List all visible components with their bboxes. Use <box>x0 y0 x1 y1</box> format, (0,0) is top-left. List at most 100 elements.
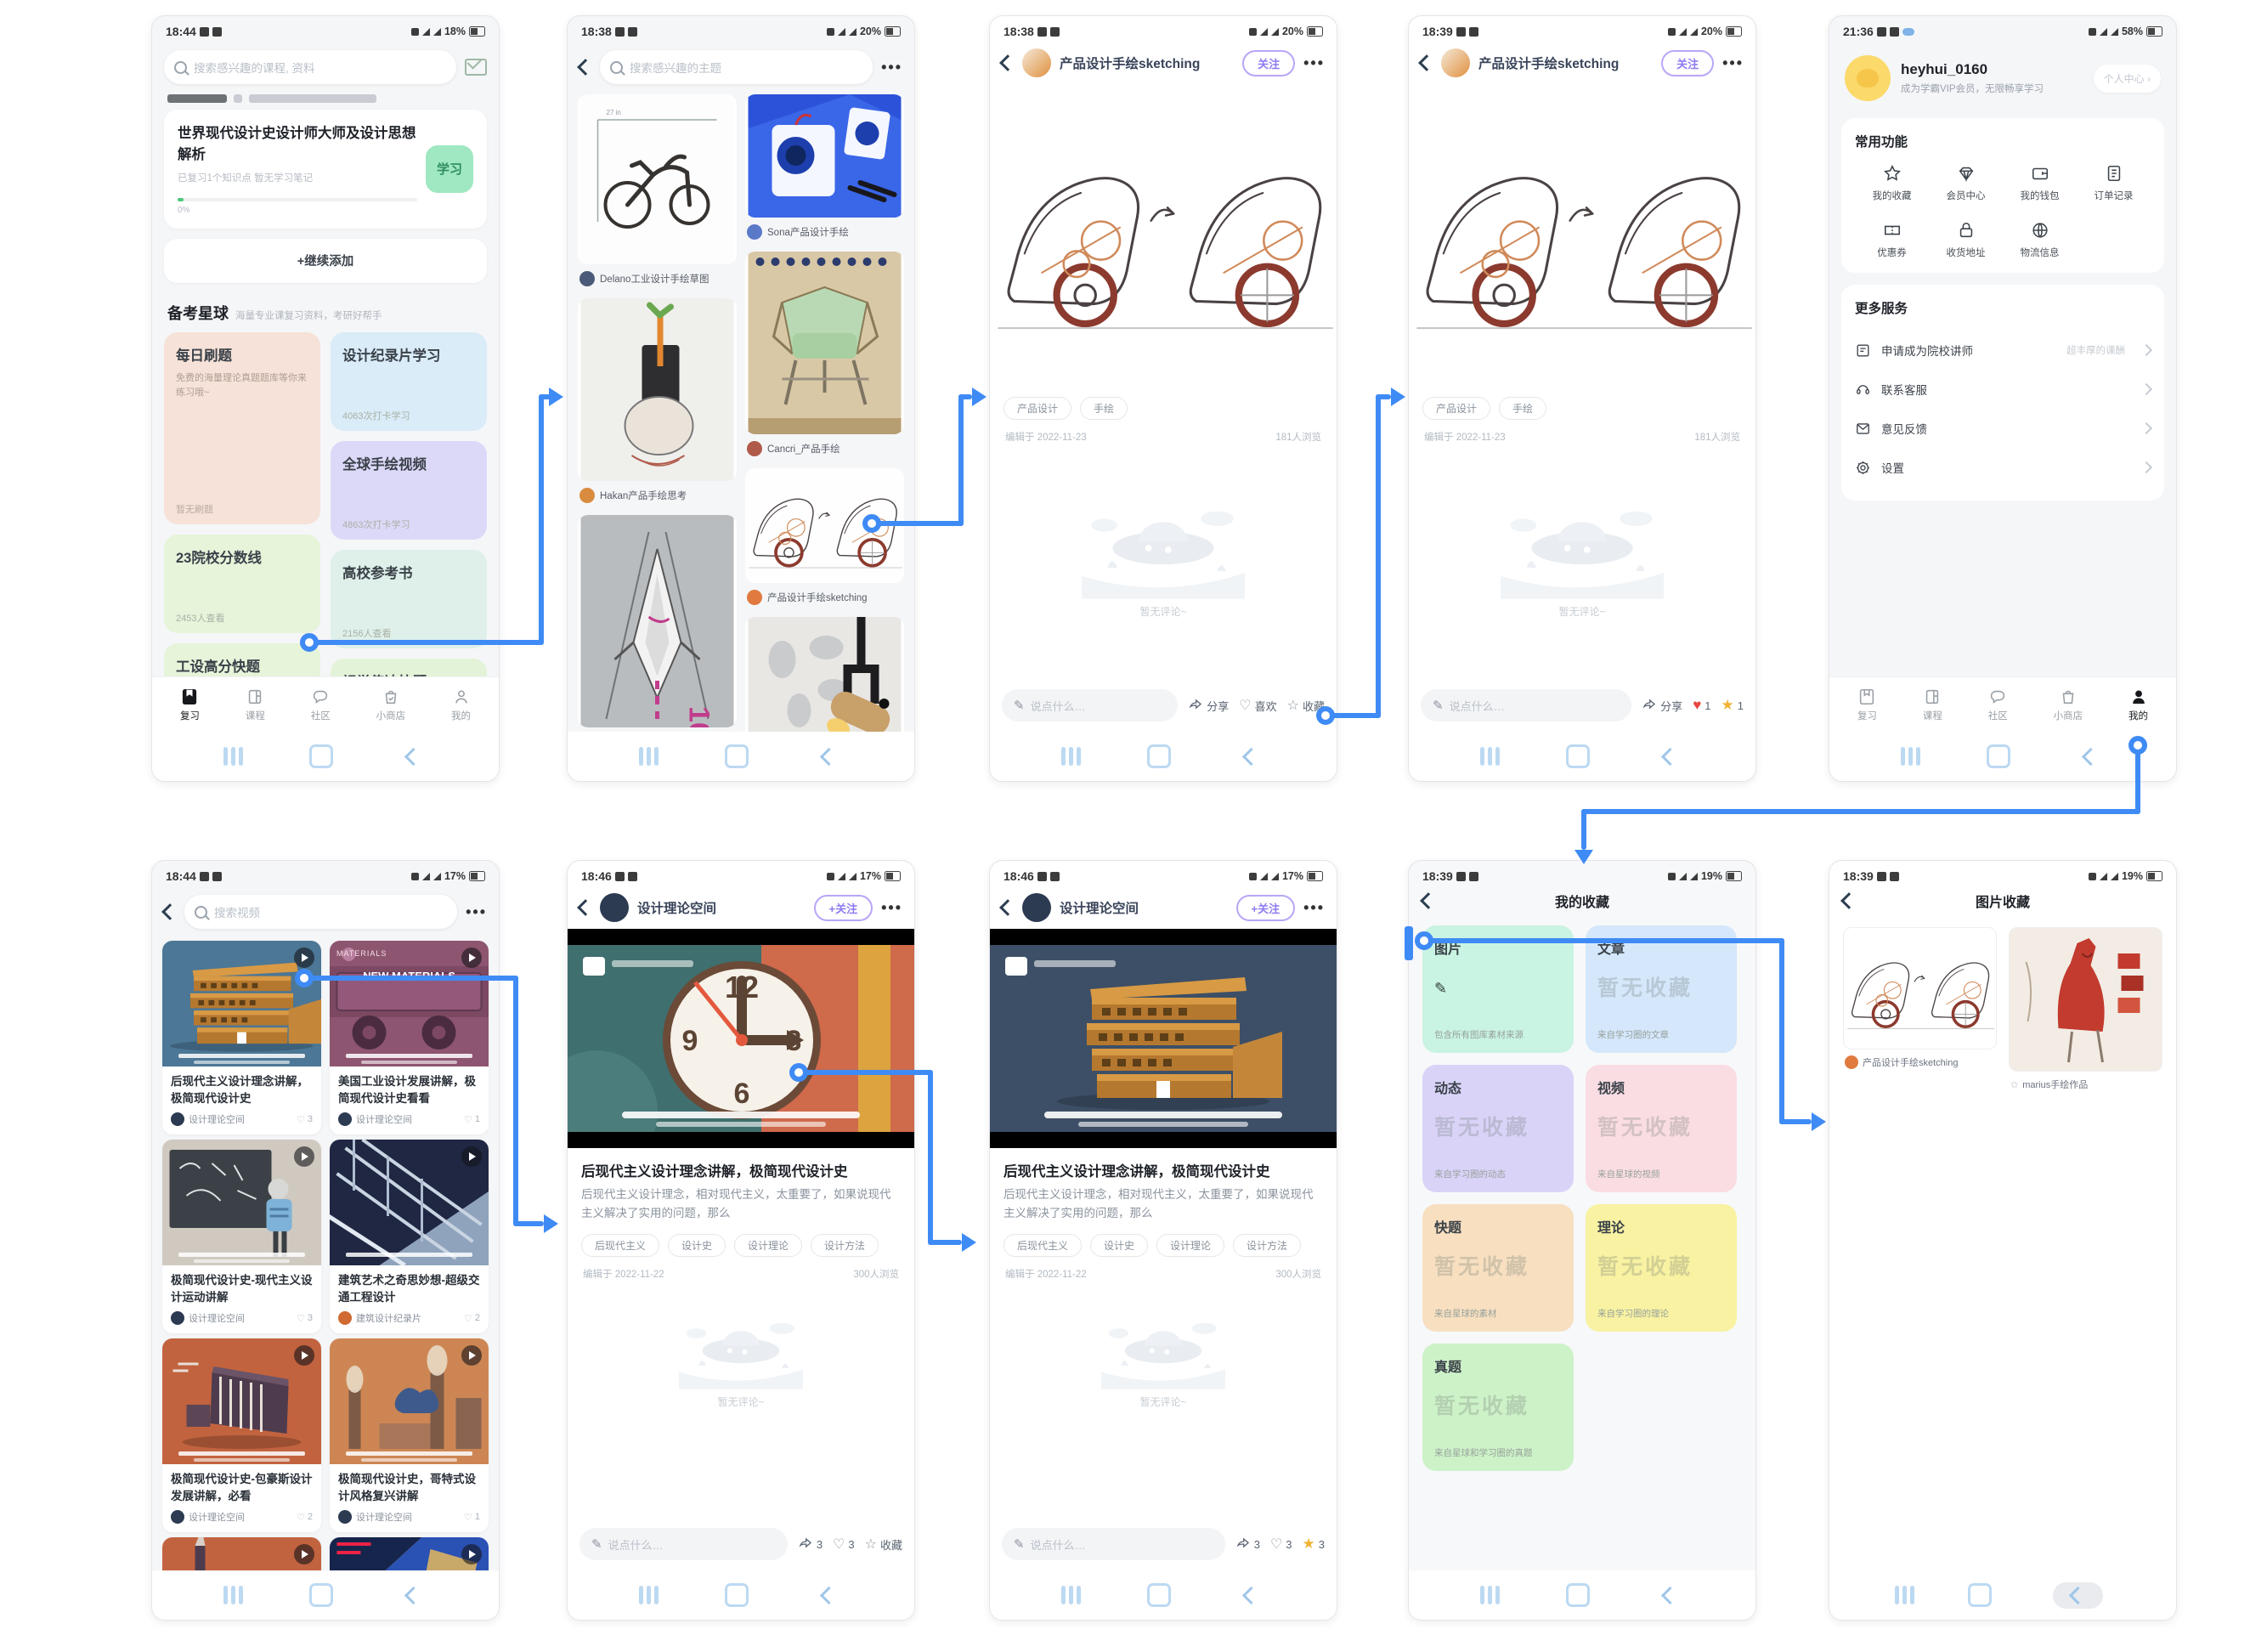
back-icon[interactable] <box>1661 1586 1679 1604</box>
back-icon[interactable] <box>404 747 422 765</box>
tag[interactable]: 设计方法 <box>1233 1234 1301 1257</box>
recents-icon[interactable] <box>231 1586 235 1604</box>
menu-apply-lecturer[interactable]: 申请成为院校讲师 超丰厚的课酬 <box>1855 331 2151 370</box>
home-icon[interactable] <box>1566 1583 1590 1607</box>
like-button[interactable]: ♡3 <box>833 1536 855 1553</box>
menu-shipping-address[interactable]: 收货地址 <box>1929 221 2003 259</box>
more-menu-icon[interactable]: ••• <box>1303 899 1325 917</box>
video-card[interactable]: 极简现代设计史-现代主义设计运动讲解 设计理论空间♡3 <box>162 1140 321 1333</box>
author-name[interactable]: 产品设计手绘sketching <box>1060 54 1200 72</box>
mail-icon[interactable] <box>465 59 487 76</box>
topic-caption[interactable]: Sona产品设计手绘 <box>745 223 904 246</box>
topic-image-chair-sketch[interactable] <box>745 252 904 434</box>
topic-caption[interactable]: Hakan产品手绘思考 <box>578 486 737 510</box>
recents-icon[interactable] <box>647 747 651 766</box>
recents-icon[interactable] <box>1069 747 1073 766</box>
collection-card-images[interactable]: 图片 ✎ 包含所有图库素材来源 <box>1422 925 1574 1053</box>
collect-button[interactable]: ☆收藏 <box>865 1536 902 1553</box>
home-icon[interactable] <box>1987 744 2010 768</box>
tag[interactable]: 后现代主义 <box>1003 1234 1082 1257</box>
back-chevron-icon[interactable] <box>577 59 594 76</box>
menu-my-wallet[interactable]: 我的钱包 <box>2003 164 2077 202</box>
tab-review[interactable]: 复习 <box>180 687 200 722</box>
author-avatar[interactable] <box>1022 893 1051 922</box>
menu-contact-support[interactable]: 联系客服 <box>1855 370 2151 409</box>
tag[interactable]: 手绘 <box>1499 397 1546 420</box>
share-button[interactable]: 3 <box>1235 1536 1260 1552</box>
recents-icon[interactable] <box>1488 1586 1492 1604</box>
recents-icon[interactable] <box>1488 747 1492 766</box>
collection-card-videos[interactable]: 视频 暂无收藏 来自星球的视频 <box>1586 1065 1737 1192</box>
search-input[interactable]: 搜索感兴趣的主题 <box>600 50 873 84</box>
topic-image-motorcycle-sketch[interactable]: 27 in <box>578 94 737 264</box>
tag[interactable]: 设计理论 <box>1156 1234 1224 1257</box>
current-course-card[interactable]: 世界现代设计史设计师大师及设计思想解析 已复习1个知识点 暂无学习笔记 0% 学… <box>164 110 487 229</box>
home-icon[interactable] <box>309 1583 333 1607</box>
collect-button-active[interactable]: ★3 <box>1303 1536 1325 1553</box>
video-card[interactable]: 建筑艺术之奇思妙想-超级交通工程设计 建筑设计纪录片♡2 <box>330 1140 489 1333</box>
tab-shop[interactable]: 小商店 <box>376 687 406 722</box>
recents-icon[interactable] <box>647 1586 651 1604</box>
home-icon[interactable] <box>725 1583 749 1607</box>
back-icon[interactable] <box>820 1586 838 1604</box>
search-input[interactable]: 搜索感兴趣的课程, 资料 <box>164 50 456 84</box>
topic-image-washer-render[interactable] <box>745 94 904 218</box>
tag[interactable]: 手绘 <box>1080 397 1128 420</box>
back-chevron-icon[interactable] <box>999 899 1016 916</box>
home-icon[interactable] <box>309 744 333 768</box>
grid-card-daily-practice[interactable]: 每日刷题 免费的海量理论真题题库等你来练习哦~ 暂无刷题 <box>164 332 320 524</box>
sketch-image[interactable] <box>1409 84 1755 388</box>
recents-icon[interactable] <box>1069 1586 1073 1604</box>
tab-mine[interactable]: 我的 <box>2128 687 2148 722</box>
back-icon[interactable] <box>2082 747 2100 765</box>
home-icon[interactable] <box>1968 1583 1992 1607</box>
collected-image-item[interactable]: ✩marius手绘作品 <box>2009 927 2162 1097</box>
home-icon[interactable] <box>1147 744 1171 768</box>
tag[interactable]: 后现代主义 <box>581 1234 659 1257</box>
study-button[interactable]: 学习 <box>426 145 473 193</box>
recents-icon[interactable] <box>1908 747 1913 766</box>
back-icon[interactable] <box>820 747 838 765</box>
more-menu-icon[interactable]: ••• <box>1303 54 1325 72</box>
back-chevron-icon[interactable] <box>577 899 594 916</box>
author-name[interactable]: 产品设计手绘sketching <box>1478 54 1619 72</box>
back-icon[interactable] <box>404 1586 422 1604</box>
add-course-button[interactable]: +继续添加 <box>164 239 487 283</box>
tag[interactable]: 设计史 <box>1090 1234 1148 1257</box>
tab-community[interactable]: 社区 <box>1988 687 2008 722</box>
tag[interactable]: 产品设计 <box>1422 397 1490 420</box>
topic-image-race-car[interactable]: 10 <box>578 515 737 727</box>
menu-order-history[interactable]: 订单记录 <box>2077 164 2151 202</box>
more-menu-icon[interactable]: ••• <box>881 59 902 76</box>
tag[interactable]: 产品设计 <box>1003 397 1071 420</box>
tab-community[interactable]: 社区 <box>311 687 331 722</box>
tab-shop[interactable]: 小商店 <box>2054 687 2083 722</box>
back-icon[interactable] <box>1242 747 1260 765</box>
topic-caption[interactable]: Cancri_产品手绘 <box>745 439 904 463</box>
share-button[interactable]: 分享 <box>1642 698 1682 714</box>
tab-mine[interactable]: 我的 <box>451 687 471 722</box>
tag[interactable]: 设计理论 <box>734 1234 802 1257</box>
menu-feedback[interactable]: 意见反馈 <box>1855 409 2151 448</box>
author-avatar[interactable] <box>1022 48 1051 77</box>
collect-button-active[interactable]: ★1 <box>1721 697 1744 714</box>
topic-image-hand-pencil[interactable] <box>578 298 737 481</box>
author-avatar[interactable] <box>600 893 629 922</box>
user-avatar[interactable] <box>1845 55 1891 101</box>
tag[interactable]: 设计方法 <box>811 1234 879 1257</box>
collection-card-posts[interactable]: 动态 暂无收藏 来自学习圈的动态 <box>1422 1065 1574 1192</box>
follow-button[interactable]: 关注 <box>1242 50 1295 76</box>
tab-courses[interactable]: 课程 <box>246 687 265 722</box>
back-chevron-icon[interactable] <box>1418 54 1435 71</box>
back-icon[interactable] <box>2069 1586 2087 1604</box>
author-name[interactable]: 设计理论空间 <box>1060 898 1139 917</box>
menu-my-favorites[interactable]: 我的收藏 <box>1855 164 1929 202</box>
like-button[interactable]: ♡喜欢 <box>1239 697 1276 714</box>
menu-member-center[interactable]: 会员中心 <box>1929 164 2003 202</box>
collection-card-sketches[interactable]: 快题 暂无收藏 来自星球的素材 <box>1422 1204 1574 1332</box>
author-avatar[interactable] <box>1441 48 1470 77</box>
follow-button[interactable]: +关注 <box>814 895 873 921</box>
menu-settings[interactable]: 设置 <box>1855 448 2151 487</box>
more-menu-icon[interactable]: ••• <box>466 903 487 921</box>
grid-card-score-lines[interactable]: 23院校分数线 2453人查看 <box>164 535 320 633</box>
